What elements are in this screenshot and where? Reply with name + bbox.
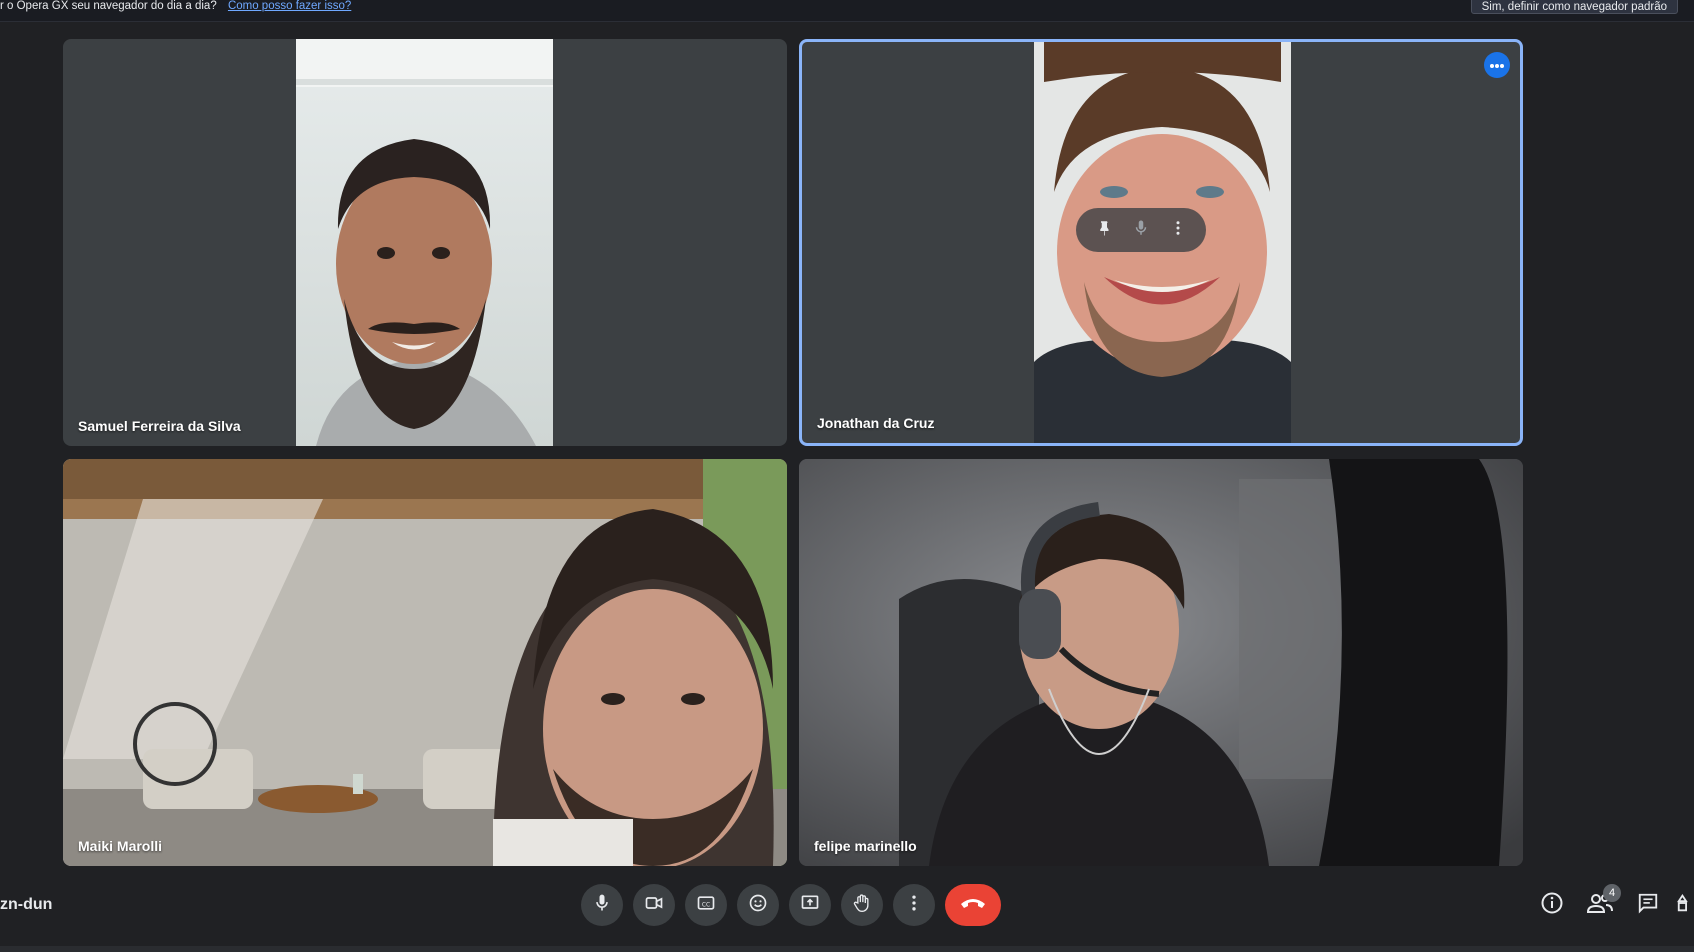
banner-message: r o Opera GX seu navegador do dia a dia?… [0, 0, 351, 12]
svg-text:CC: CC [702, 902, 710, 908]
banner-text: r o Opera GX seu navegador do dia a dia? [0, 0, 217, 12]
present-icon [800, 893, 820, 918]
camera-feed-samuel [296, 39, 553, 446]
end-call-icon [960, 896, 986, 915]
bottom-edge-bar [0, 946, 1694, 952]
info-icon [1540, 891, 1564, 920]
browser-default-banner: r o Opera GX seu navegador do dia a dia?… [0, 0, 1694, 22]
participant-tile-maiki[interactable]: Maiki Marolli [63, 459, 787, 866]
mic-icon [592, 893, 612, 918]
participant-name: Jonathan da Cruz [817, 415, 935, 431]
more-horiz-icon [1489, 56, 1505, 74]
chat-button[interactable] [1633, 890, 1663, 920]
end-call-button[interactable] [945, 884, 1001, 926]
raise-hand-button[interactable] [841, 884, 883, 926]
tile-hover-controls [1076, 208, 1206, 252]
participant-name: felipe marinello [814, 838, 917, 854]
meeting-info-button[interactable] [1537, 890, 1567, 920]
participant-name: Maiki Marolli [78, 838, 163, 854]
meeting-controls-bar: zn-dun CC 4 [0, 876, 1694, 936]
activities-button[interactable] [1676, 890, 1694, 920]
camera-button[interactable] [633, 884, 675, 926]
banner-help-link[interactable]: Como posso fazer isso? [228, 0, 351, 12]
present-screen-button[interactable] [789, 884, 831, 926]
meeting-code: zn-dun [0, 896, 53, 913]
captions-icon: CC [696, 893, 716, 918]
captions-button[interactable]: CC [685, 884, 727, 926]
reactions-button[interactable] [737, 884, 779, 926]
participant-tile-felipe[interactable]: felipe marinello [799, 459, 1523, 866]
set-default-browser-button[interactable]: Sim, definir como navegador padrão [1470, 0, 1678, 14]
activities-icon [1676, 892, 1694, 919]
camera-feed-maiki [63, 459, 787, 866]
people-button[interactable]: 4 [1585, 884, 1621, 920]
camera-feed-felipe [799, 459, 1523, 866]
raise-hand-icon [852, 893, 872, 918]
more-vert-icon[interactable] [1169, 219, 1187, 242]
emoji-icon [748, 893, 768, 918]
participant-tile-jonathan[interactable]: Jonathan da Cruz [799, 39, 1523, 446]
more-options-button[interactable] [893, 884, 935, 926]
participant-name: Samuel Ferreira da Silva [78, 418, 241, 434]
camera-icon [644, 893, 664, 918]
mic-icon [1132, 219, 1150, 242]
tile-options-button[interactable] [1484, 52, 1510, 78]
more-options-icon [904, 893, 924, 918]
people-count-badge: 4 [1603, 884, 1621, 902]
participant-tile-samuel[interactable]: Samuel Ferreira da Silva [63, 39, 787, 446]
pin-icon[interactable] [1095, 219, 1113, 242]
chat-icon [1637, 892, 1659, 919]
microphone-button[interactable] [581, 884, 623, 926]
